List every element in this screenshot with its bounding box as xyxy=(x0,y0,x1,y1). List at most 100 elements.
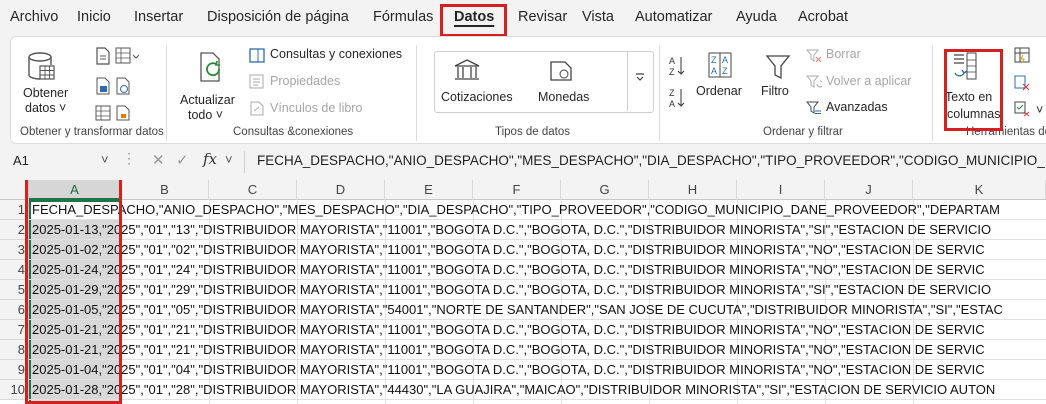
flash-fill-icon[interactable] xyxy=(1014,47,1030,63)
existing-connections-icon[interactable] xyxy=(95,105,111,121)
column-header-h[interactable]: H xyxy=(649,180,737,200)
vinculos-libro-button[interactable]: Vínculos de libro xyxy=(270,101,362,115)
separator xyxy=(932,45,933,141)
workbook-links-icon[interactable] xyxy=(249,101,265,116)
reapply-icon[interactable] xyxy=(806,74,822,89)
remove-duplicates-icon[interactable] xyxy=(1014,75,1030,91)
advanced-filter-icon[interactable] xyxy=(806,100,822,115)
obtener-datos-label-2[interactable]: datos ˅ xyxy=(25,101,66,115)
sort-za-icon[interactable]: ZA xyxy=(669,87,685,109)
clear-filter-icon[interactable] xyxy=(806,48,822,63)
formula-content[interactable]: FECHA_DESPACHO,"ANIO_DESPACHO","MES_DESP… xyxy=(257,153,1045,168)
svg-text:Z: Z xyxy=(669,88,675,98)
spreadsheet-grid[interactable]: A B C D E F G H I J K 1 FECHA_DESPACHO,"… xyxy=(0,180,1046,404)
cell-a4[interactable]: 2025-01-24,"2025","01","24","DISTRIBUIDO… xyxy=(32,260,985,280)
separator xyxy=(416,45,417,141)
gallery-more-icon[interactable] xyxy=(634,71,646,83)
cell-a9[interactable]: 2025-01-04,"2025","01","04","DISTRIBUIDO… xyxy=(32,360,985,380)
recent-sources-icon[interactable] xyxy=(115,77,131,95)
menu-bar: Archivo Inicio Insertar Disposición de p… xyxy=(0,0,1046,37)
stocks-icon[interactable] xyxy=(453,58,481,82)
sort-dialog-icon[interactable]: Z A A Z xyxy=(707,51,733,79)
cell-a7[interactable]: 2025-01-21,"2025","01","21","DISTRIBUIDO… xyxy=(32,320,985,340)
filter-icon[interactable] xyxy=(765,53,791,81)
group-label-consultas: Consultas &conexiones xyxy=(233,126,354,138)
tab-acrobat[interactable]: Acrobat xyxy=(798,9,848,25)
cotizaciones-button[interactable]: Cotizaciones xyxy=(441,90,513,104)
name-box[interactable]: A1 xyxy=(13,153,29,168)
column-header-i[interactable]: I xyxy=(737,180,825,200)
group-label-ordenar: Ordenar y filtrar xyxy=(763,126,843,138)
cell-a5[interactable]: 2025-01-29,"2025","01","29","DISTRIBUIDO… xyxy=(32,280,991,300)
properties-icon[interactable] xyxy=(249,74,265,89)
obtener-datos-label-1[interactable]: Obtener xyxy=(23,86,68,100)
svg-text:A: A xyxy=(669,56,675,66)
consultas-conexiones-button[interactable]: Consultas y conexiones xyxy=(270,47,402,61)
column-header-c[interactable]: C xyxy=(209,180,297,200)
tab-disposicion[interactable]: Disposición de página xyxy=(207,9,349,25)
dropdown-chevron-icon[interactable]: ˅ xyxy=(1036,103,1043,117)
ordenar-button[interactable]: Ordenar xyxy=(696,84,742,98)
tab-inicio[interactable]: Inicio xyxy=(77,9,111,25)
enter-icon[interactable]: ✓ xyxy=(176,151,189,169)
borrar-button[interactable]: Borrar xyxy=(826,47,861,61)
tab-automatizar[interactable]: Automatizar xyxy=(635,9,712,25)
tab-ayuda[interactable]: Ayuda xyxy=(736,9,777,25)
insert-function-icon[interactable]: fx xyxy=(203,150,217,168)
tab-vista[interactable]: Vista xyxy=(582,9,614,25)
svg-text:A: A xyxy=(669,99,675,109)
gallery-divider xyxy=(627,51,628,111)
from-table-icon[interactable] xyxy=(95,77,111,95)
svg-text:Z: Z xyxy=(722,66,728,76)
column-header-b[interactable]: B xyxy=(121,180,209,200)
column-header-j[interactable]: J xyxy=(825,180,913,200)
column-header-k[interactable]: K xyxy=(913,180,1046,200)
cell-a3[interactable]: 2025-01-02,"2025","01","02","DISTRIBUIDO… xyxy=(32,240,985,260)
svg-text:Z: Z xyxy=(711,55,717,65)
cell-a8[interactable]: 2025-01-21,"2025","01","21","DISTRIBUIDO… xyxy=(32,340,985,360)
database-icon[interactable] xyxy=(26,51,56,83)
column-header-d[interactable]: D xyxy=(297,180,385,200)
propiedades-button[interactable]: Propiedades xyxy=(270,74,340,88)
group-label-tipos: Tipos de datos xyxy=(495,126,571,138)
separator xyxy=(166,45,167,141)
formula-bar: A1 ˅ ⋮ ✕ ✓ fx ˅ FECHA_DESPACHO,"ANIO_DES… xyxy=(0,148,1046,176)
separator xyxy=(659,45,660,141)
tab-archivo[interactable]: Archivo xyxy=(10,9,58,25)
svg-text:A: A xyxy=(722,55,728,65)
column-header-e[interactable]: E xyxy=(385,180,473,200)
highlight-column-a xyxy=(25,180,122,404)
highlight-texto-en-columnas xyxy=(944,49,1003,131)
tab-formulas[interactable]: Fórmulas xyxy=(373,9,433,25)
column-header-f[interactable]: F xyxy=(473,180,561,200)
refresh-icon[interactable] xyxy=(197,51,225,83)
cell-a2[interactable]: 2025-01-13,"2025","01","13","DISTRIBUIDO… xyxy=(32,220,991,240)
highlight-datos-tab xyxy=(440,4,507,37)
cell-a1[interactable]: FECHA_DESPACHO,"ANIO_DESPACHO","MES_DESP… xyxy=(32,200,1000,220)
tab-insertar[interactable]: Insertar xyxy=(134,9,183,25)
tab-revisar[interactable]: Revisar xyxy=(518,9,567,25)
text-file-icon[interactable] xyxy=(95,47,111,65)
sort-az-icon[interactable]: AZ xyxy=(669,55,685,77)
actualizar-label-2[interactable]: todo ˅ xyxy=(188,108,223,122)
cell-a10[interactable]: 2025-01-28,"2025","01","28","DISTRIBUIDO… xyxy=(32,380,995,400)
fx-dropdown-icon[interactable]: ˅ xyxy=(225,152,233,167)
volver-aplicar-button[interactable]: Volver a aplicar xyxy=(826,74,911,88)
name-box-dropdown-icon[interactable]: ˅ xyxy=(101,152,109,167)
ribbon: Obtener datos ˅ Obtener y transformar da… xyxy=(10,36,1046,144)
cancel-icon[interactable]: ✕ xyxy=(152,151,165,169)
actualizar-label-1[interactable]: Actualizar xyxy=(180,93,235,107)
filtro-button[interactable]: Filtro xyxy=(761,84,789,98)
cell-a6[interactable]: 2025-01-05,"2025","01","05","DISTRIBUIDO… xyxy=(32,300,1003,320)
data-validation-icon[interactable] xyxy=(1014,101,1030,117)
avanzadas-button[interactable]: Avanzadas xyxy=(826,100,888,114)
file-icon[interactable] xyxy=(115,105,131,121)
web-table-icon[interactable] xyxy=(115,47,139,65)
svg-text:Z: Z xyxy=(669,67,675,77)
monedas-button[interactable]: Monedas xyxy=(538,90,589,104)
currencies-icon[interactable] xyxy=(547,60,575,82)
formula-bar-options-icon[interactable]: ⋮ xyxy=(122,150,136,167)
queries-icon[interactable] xyxy=(249,48,265,63)
formula-divider xyxy=(244,151,245,173)
column-header-g[interactable]: G xyxy=(561,180,649,200)
